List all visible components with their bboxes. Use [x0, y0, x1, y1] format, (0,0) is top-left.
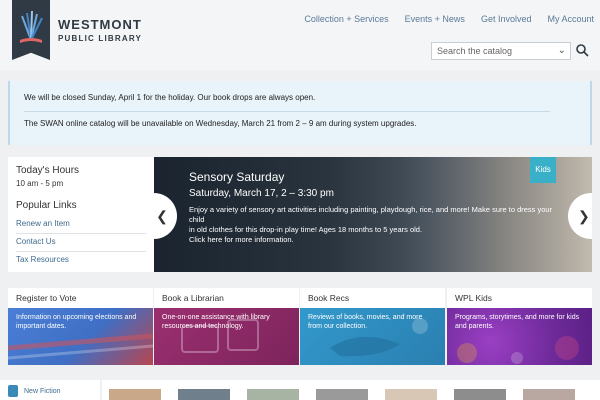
logo-title: WESTMONT [58, 17, 142, 32]
tile-desc-line: resources and technology. [162, 323, 244, 330]
info-sidebar: Today's Hours 10 am - 5 pm Popular Links… [8, 157, 154, 272]
link-contact-us[interactable]: Contact Us [16, 237, 146, 252]
event-desc-line: in old clothes for this drop-in play tim… [189, 225, 423, 234]
nav-my-account[interactable]: My Account [547, 14, 594, 24]
tile-desc-line: and parents. [455, 323, 494, 330]
book-cover[interactable] [454, 389, 506, 400]
nav-events-news[interactable]: Events + News [405, 14, 465, 24]
tile-title: Register to Vote [16, 293, 77, 303]
book-cover[interactable] [247, 389, 299, 400]
tile-desc-line: important dates. [16, 323, 67, 330]
tile-desc-line: One-on-one assistance with library [162, 314, 270, 321]
alert-line-holiday: We will be closed Sunday, April 1 for th… [24, 93, 316, 102]
tile-description: Information on upcoming elections and im… [16, 313, 146, 331]
chevron-right-icon: ❯ [578, 208, 590, 224]
nav-collection-services[interactable]: Collection + Services [304, 14, 388, 24]
logo-text[interactable]: WESTMONT PUBLIC LIBRARY [58, 18, 142, 46]
search-placeholder: Search the catalog [437, 46, 513, 56]
chevron-down-icon[interactable]: ⌄ [558, 45, 566, 56]
hours-value: 10 am - 5 pm [16, 179, 64, 188]
tile-title: WPL Kids [455, 293, 493, 303]
search-icon[interactable] [575, 43, 589, 57]
popular-links-title: Popular Links [16, 200, 77, 211]
site-header: WESTMONT PUBLIC LIBRARY Collection + Ser… [0, 0, 600, 70]
book-icon [8, 385, 18, 397]
nav-get-involved[interactable]: Get Involved [481, 14, 532, 24]
tile-desc-line: Information on upcoming elections and [16, 314, 137, 321]
book-cover[interactable] [385, 389, 437, 400]
event-description: Enjoy a variety of sensory art activitie… [189, 205, 559, 245]
tile-title: Book a Librarian [162, 293, 224, 303]
featured-event-carousel[interactable]: Sensory Saturday Saturday, March 17, 2 –… [154, 157, 592, 272]
tile-desc-line: Reviews of books, movies, and more [308, 314, 423, 321]
alert-divider [24, 111, 550, 112]
book-cover[interactable] [523, 389, 575, 400]
tile-book-a-librarian[interactable]: Book a Librarian One-on-one assistance w… [154, 288, 299, 365]
event-desc-line: Enjoy a variety of sensory art activitie… [189, 205, 553, 224]
tile-register-to-vote[interactable]: Register to Vote Information on upcoming… [8, 288, 153, 365]
tile-description: One-on-one assistance with library resou… [162, 313, 292, 331]
book-cover[interactable] [109, 389, 161, 400]
tile-desc-line: from our collection. [308, 323, 368, 330]
kids-tag: Kids [530, 157, 556, 183]
tile-book-recs[interactable]: Book Recs Reviews of books, movies, and … [300, 288, 445, 365]
new-fiction-tab[interactable]: New Fiction [0, 380, 100, 400]
search-input[interactable]: Search the catalog ⌄ [431, 42, 571, 60]
hours-title: Today's Hours [16, 165, 80, 176]
chevron-left-icon: ❮ [156, 208, 168, 224]
library-logo[interactable] [12, 0, 50, 60]
event-more-info-link[interactable]: Click here for more information. [189, 235, 559, 245]
book-cover[interactable] [316, 389, 368, 400]
tile-description: Programs, storytimes, and more for kids … [455, 313, 585, 331]
logo-subtitle: PUBLIC LIBRARY [58, 34, 143, 43]
main-nav: Collection + Services Events + News Get … [304, 14, 594, 24]
alert-banner: We will be closed Sunday, April 1 for th… [8, 81, 592, 145]
link-renew-item[interactable]: Renew an Item [16, 219, 146, 234]
logo-icon [20, 10, 43, 43]
new-fiction-label: New Fiction [24, 388, 61, 395]
tile-desc-line: Programs, storytimes, and more for kids [455, 314, 580, 321]
event-title[interactable]: Sensory Saturday [189, 170, 284, 184]
book-carousel [102, 380, 600, 400]
alert-line-catalog: The SWAN online catalog will be unavaila… [24, 119, 417, 128]
event-date: Saturday, March 17, 2 – 3:30 pm [189, 188, 334, 199]
book-cover[interactable] [178, 389, 230, 400]
tile-title: Book Recs [308, 293, 350, 303]
tile-wpl-kids[interactable]: WPL Kids Programs, storytimes, and more … [447, 288, 592, 365]
tile-description: Reviews of books, movies, and more from … [308, 313, 438, 331]
link-tax-resources[interactable]: Tax Resources [16, 255, 146, 269]
